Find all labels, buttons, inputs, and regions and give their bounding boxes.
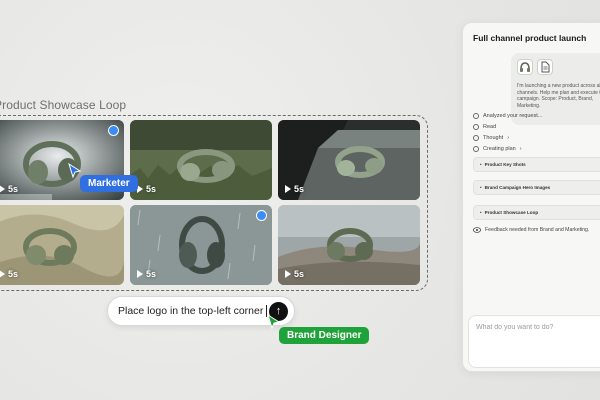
duration-label: 5s [285,184,304,194]
prompt-text[interactable]: Place logo in the top-left corner [118,305,263,317]
video-tile[interactable]: 5s [130,205,272,285]
chevron-right-icon: › [519,146,522,152]
board-title: Product Showcase Loop [0,98,127,112]
link-icon [473,113,479,119]
duration-label: 5s [137,184,156,194]
duration-label: 5s [0,269,18,279]
list-icon [473,146,479,152]
play-icon [137,185,143,193]
video-tile[interactable]: 5s [278,205,420,285]
plan-item[interactable]: • Product Showcase Loop [473,205,600,220]
video-tile[interactable]: 5s [0,205,124,285]
panel-title: Full channel product launch [473,33,587,43]
feedback-status: Feedback needed from Brand and Marketing… [473,227,589,233]
brand-designer-tag: Brand Designer [279,327,370,344]
step-analyzed[interactable]: Analyzed your request... [473,113,542,119]
headphones-fabric-image [0,205,124,285]
step-creating-plan[interactable]: Creating plan › [473,146,522,152]
chat-input[interactable] [476,324,600,331]
headphones-attachment-icon[interactable] [517,59,533,75]
brand-designer-cursor-icon [267,314,281,330]
play-icon [0,185,5,193]
viewer-indicator-icon [256,210,267,221]
duration-label: 5s [285,269,304,279]
plan-item[interactable]: • Brand Campaign Hero Images [473,180,600,195]
duration-label: 5s [137,269,156,279]
document-attachment-icon[interactable] [537,59,553,75]
eye-icon [473,227,481,233]
chevron-right-icon: › [507,135,510,141]
bulb-icon [473,135,479,141]
step-thought[interactable]: Thought › [473,135,509,141]
marketer-tag: Marketer [80,175,138,192]
eye-icon [473,124,479,130]
play-icon [137,270,143,278]
message-text: I'm launching a new product across all c… [517,83,600,109]
plan-item[interactable]: • Product Key Shots [473,157,600,172]
video-tile[interactable]: 5s [278,120,420,200]
play-icon [285,270,291,278]
duration-label: 5s [0,184,18,194]
video-tile[interactable]: 5s [130,120,272,200]
chat-input-box[interactable] [468,315,600,368]
play-icon [0,270,5,278]
viewer-indicator-icon [108,125,119,136]
assistant-panel: Full channel product launch I'm launchin… [462,22,600,372]
step-read[interactable]: Read [473,124,496,130]
play-icon [285,185,291,193]
